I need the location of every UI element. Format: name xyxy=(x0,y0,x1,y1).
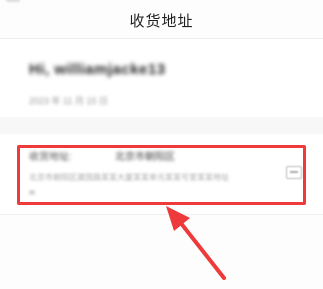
arrow-shaft xyxy=(178,220,226,280)
nav-bar: 收货地址 xyxy=(0,0,323,38)
user-greeting: Hi, williamjacke13 xyxy=(29,61,166,78)
highlight-box xyxy=(17,145,306,205)
address-page: 收货地址 Hi, williamjacke13 2023 年 11 月 15 日… xyxy=(0,0,323,289)
page-title: 收货地址 xyxy=(129,12,194,30)
user-sub-info: 2023 年 11 月 15 日 xyxy=(29,96,108,106)
section-separator xyxy=(0,117,323,134)
user-card: Hi, williamjacke13 2023 年 11 月 15 日 xyxy=(0,39,323,117)
address-divider xyxy=(0,214,323,215)
